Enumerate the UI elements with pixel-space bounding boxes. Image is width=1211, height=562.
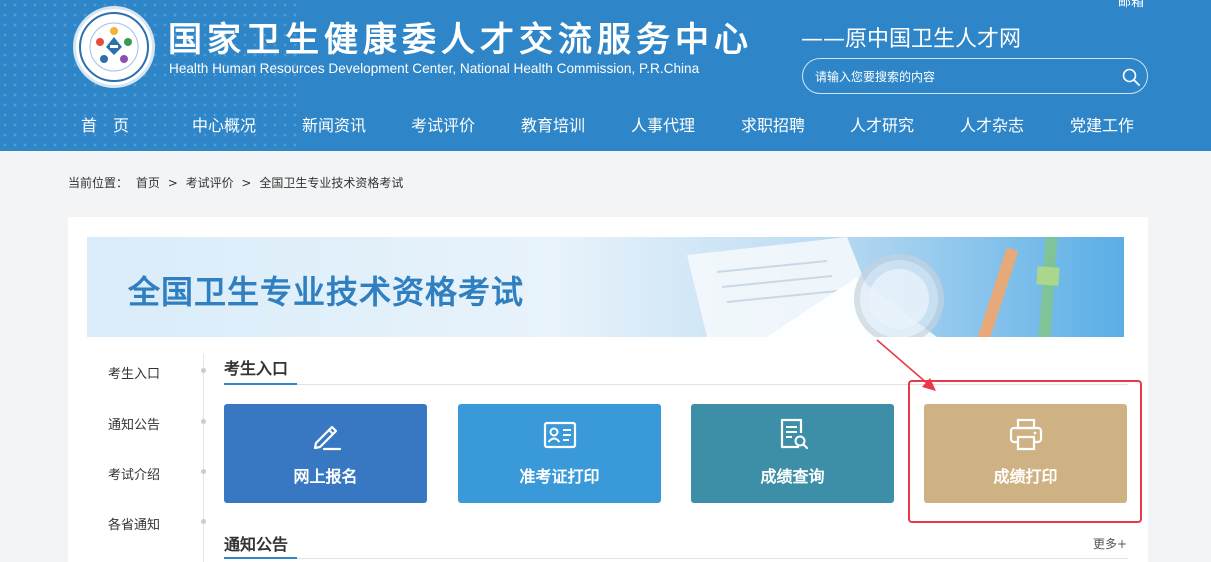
sidebar-item-notices[interactable]: 通知公告 — [108, 414, 160, 433]
site-logo[interactable] — [73, 6, 155, 88]
nav-item-party[interactable]: 党建工作 — [1070, 112, 1134, 136]
site-subtitle: ——原中国卫生人才网 — [801, 27, 1022, 52]
card-label: 准考证打印 — [519, 467, 600, 486]
nav-item-magazine[interactable]: 人才杂志 — [960, 112, 1024, 136]
breadcrumb-home[interactable]: 首页 — [136, 176, 160, 190]
logo-emblem-icon — [79, 12, 149, 82]
sidebar-item-province-notices[interactable]: 各省通知 — [108, 514, 160, 533]
sidebar-dot — [201, 469, 206, 474]
sidebar-item-exam-intro[interactable]: 考试介绍 — [108, 464, 160, 483]
breadcrumb-current[interactable]: 全国卫生专业技术资格考试 — [259, 176, 403, 190]
search-icon[interactable] — [1121, 67, 1141, 87]
nav-item-about[interactable]: 中心概况 — [192, 112, 256, 136]
id-card-icon — [543, 421, 577, 449]
nav-item-research[interactable]: 人才研究 — [850, 112, 914, 136]
nav-item-jobs[interactable]: 求职招聘 — [741, 112, 805, 136]
sidebar-dot — [201, 368, 206, 373]
nav-item-home[interactable]: 首 页 — [81, 112, 129, 136]
sidebar-dot — [201, 519, 206, 524]
score-query-card[interactable]: 成绩查询 — [691, 404, 894, 503]
nav-item-personnel[interactable]: 人事代理 — [631, 112, 695, 136]
section-title-notices: 通知公告 — [224, 535, 289, 554]
site-title-en: Health Human Resources Development Cente… — [169, 61, 700, 76]
sidebar-item-candidate-entrance[interactable]: 考生入口 — [108, 363, 160, 382]
admission-ticket-print-card[interactable]: 准考证打印 — [458, 404, 661, 503]
breadcrumb-separator: > — [241, 176, 252, 190]
breadcrumb-exam[interactable]: 考试评价 — [186, 176, 234, 190]
document-search-icon — [780, 418, 809, 450]
online-registration-card[interactable]: 网上报名 — [224, 404, 427, 503]
mailbox-link[interactable]: 邮箱 — [1118, 0, 1144, 10]
section-underline — [224, 557, 297, 559]
sidebar-dot — [201, 419, 206, 424]
breadcrumb-prefix: 当前位置： — [68, 176, 129, 190]
card-label: 网上报名 — [293, 467, 358, 486]
main-nav: 首 页 中心概况 新闻资讯 考试评价 教育培训 人事代理 求职招聘 人才研究 人… — [0, 108, 1211, 140]
card-label: 成绩查询 — [760, 467, 825, 486]
breadcrumb-separator: > — [167, 176, 178, 190]
nav-item-news[interactable]: 新闻资讯 — [302, 112, 366, 136]
section-title-entrance: 考生入口 — [224, 359, 289, 378]
nav-item-education[interactable]: 教育培训 — [521, 112, 585, 136]
sidebar-divider — [203, 354, 204, 562]
more-link[interactable]: 更多+ — [1093, 535, 1127, 552]
exam-banner: 全国卫生专业技术资格考试 — [87, 237, 1124, 337]
search-input[interactable] — [815, 67, 1105, 87]
site-header: 国家卫生健康委人才交流服务中心 Health Human Resources D… — [0, 0, 1211, 151]
highlight-box — [908, 380, 1142, 523]
section-divider — [224, 558, 1128, 559]
site-title-cn: 国家卫生健康委人才交流服务中心 — [168, 20, 753, 60]
nav-item-exam[interactable]: 考试评价 — [411, 112, 475, 136]
breadcrumb: 当前位置： 首页 > 考试评价 > 全国卫生专业技术资格考试 — [68, 174, 407, 191]
search-box — [802, 58, 1148, 94]
section-underline — [224, 383, 297, 385]
pen-edit-icon — [313, 425, 342, 451]
banner-title: 全国卫生专业技术资格考试 — [128, 273, 525, 311]
